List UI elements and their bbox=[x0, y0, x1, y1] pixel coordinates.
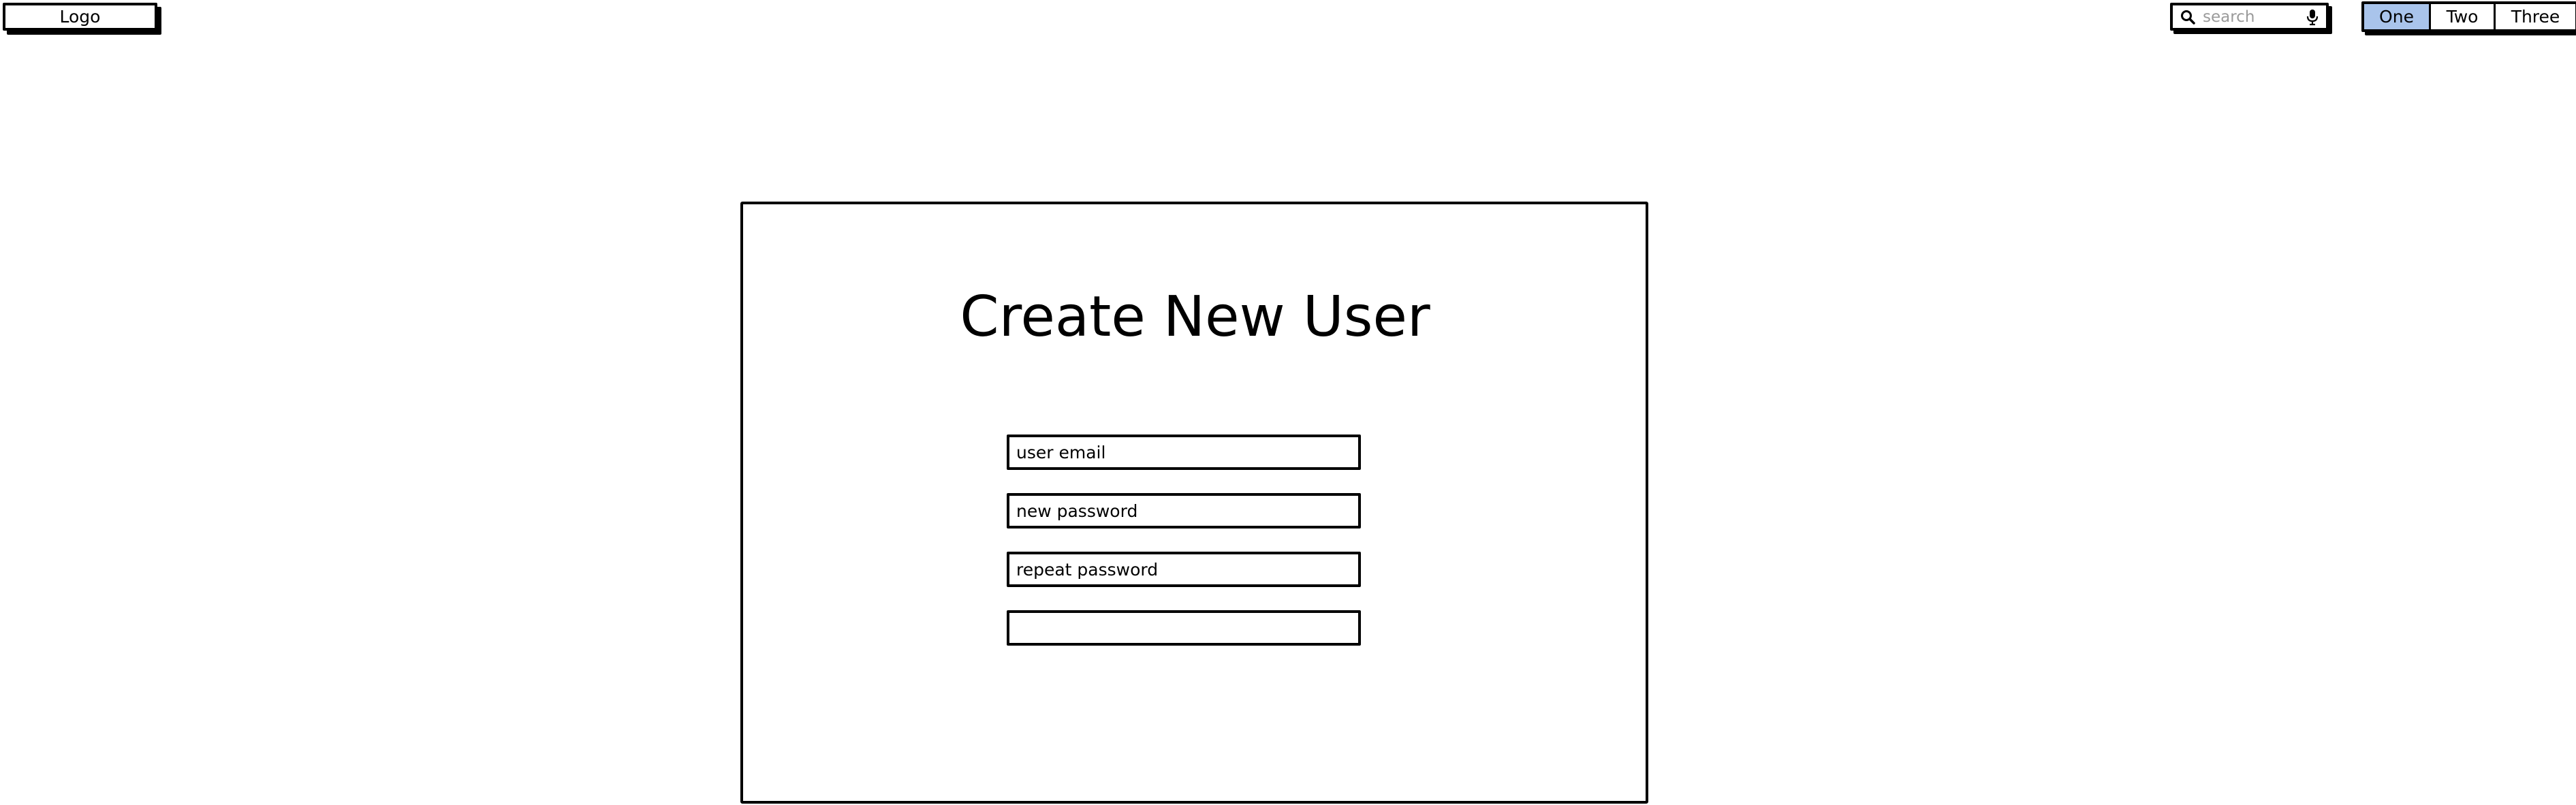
tab-three-label: Three bbox=[2511, 7, 2560, 27]
new-password-field[interactable] bbox=[1007, 493, 1361, 528]
tab-three[interactable]: Three bbox=[2494, 4, 2575, 29]
user-email-field[interactable] bbox=[1007, 435, 1361, 470]
page-title: Create New User bbox=[960, 285, 1430, 349]
microphone-icon[interactable] bbox=[2306, 8, 2319, 26]
empty-field[interactable] bbox=[1007, 610, 1361, 646]
user-email-input[interactable] bbox=[1016, 442, 1351, 462]
tab-one[interactable]: One bbox=[2364, 4, 2429, 29]
logo-label: Logo bbox=[59, 7, 101, 27]
search-input[interactable] bbox=[2203, 7, 2305, 26]
logo-button[interactable]: Logo bbox=[3, 3, 157, 31]
empty-input[interactable] bbox=[1016, 618, 1351, 638]
repeat-password-input[interactable] bbox=[1016, 559, 1351, 580]
search-icon bbox=[2180, 9, 2196, 25]
tab-one-label: One bbox=[2379, 7, 2414, 27]
tab-two-label: Two bbox=[2446, 7, 2479, 27]
repeat-password-field[interactable] bbox=[1007, 552, 1361, 587]
tab-two[interactable]: Two bbox=[2429, 4, 2494, 29]
search-box[interactable] bbox=[2170, 3, 2329, 31]
tab-bar: One Two Three bbox=[2361, 1, 2576, 32]
new-password-input[interactable] bbox=[1016, 501, 1351, 521]
